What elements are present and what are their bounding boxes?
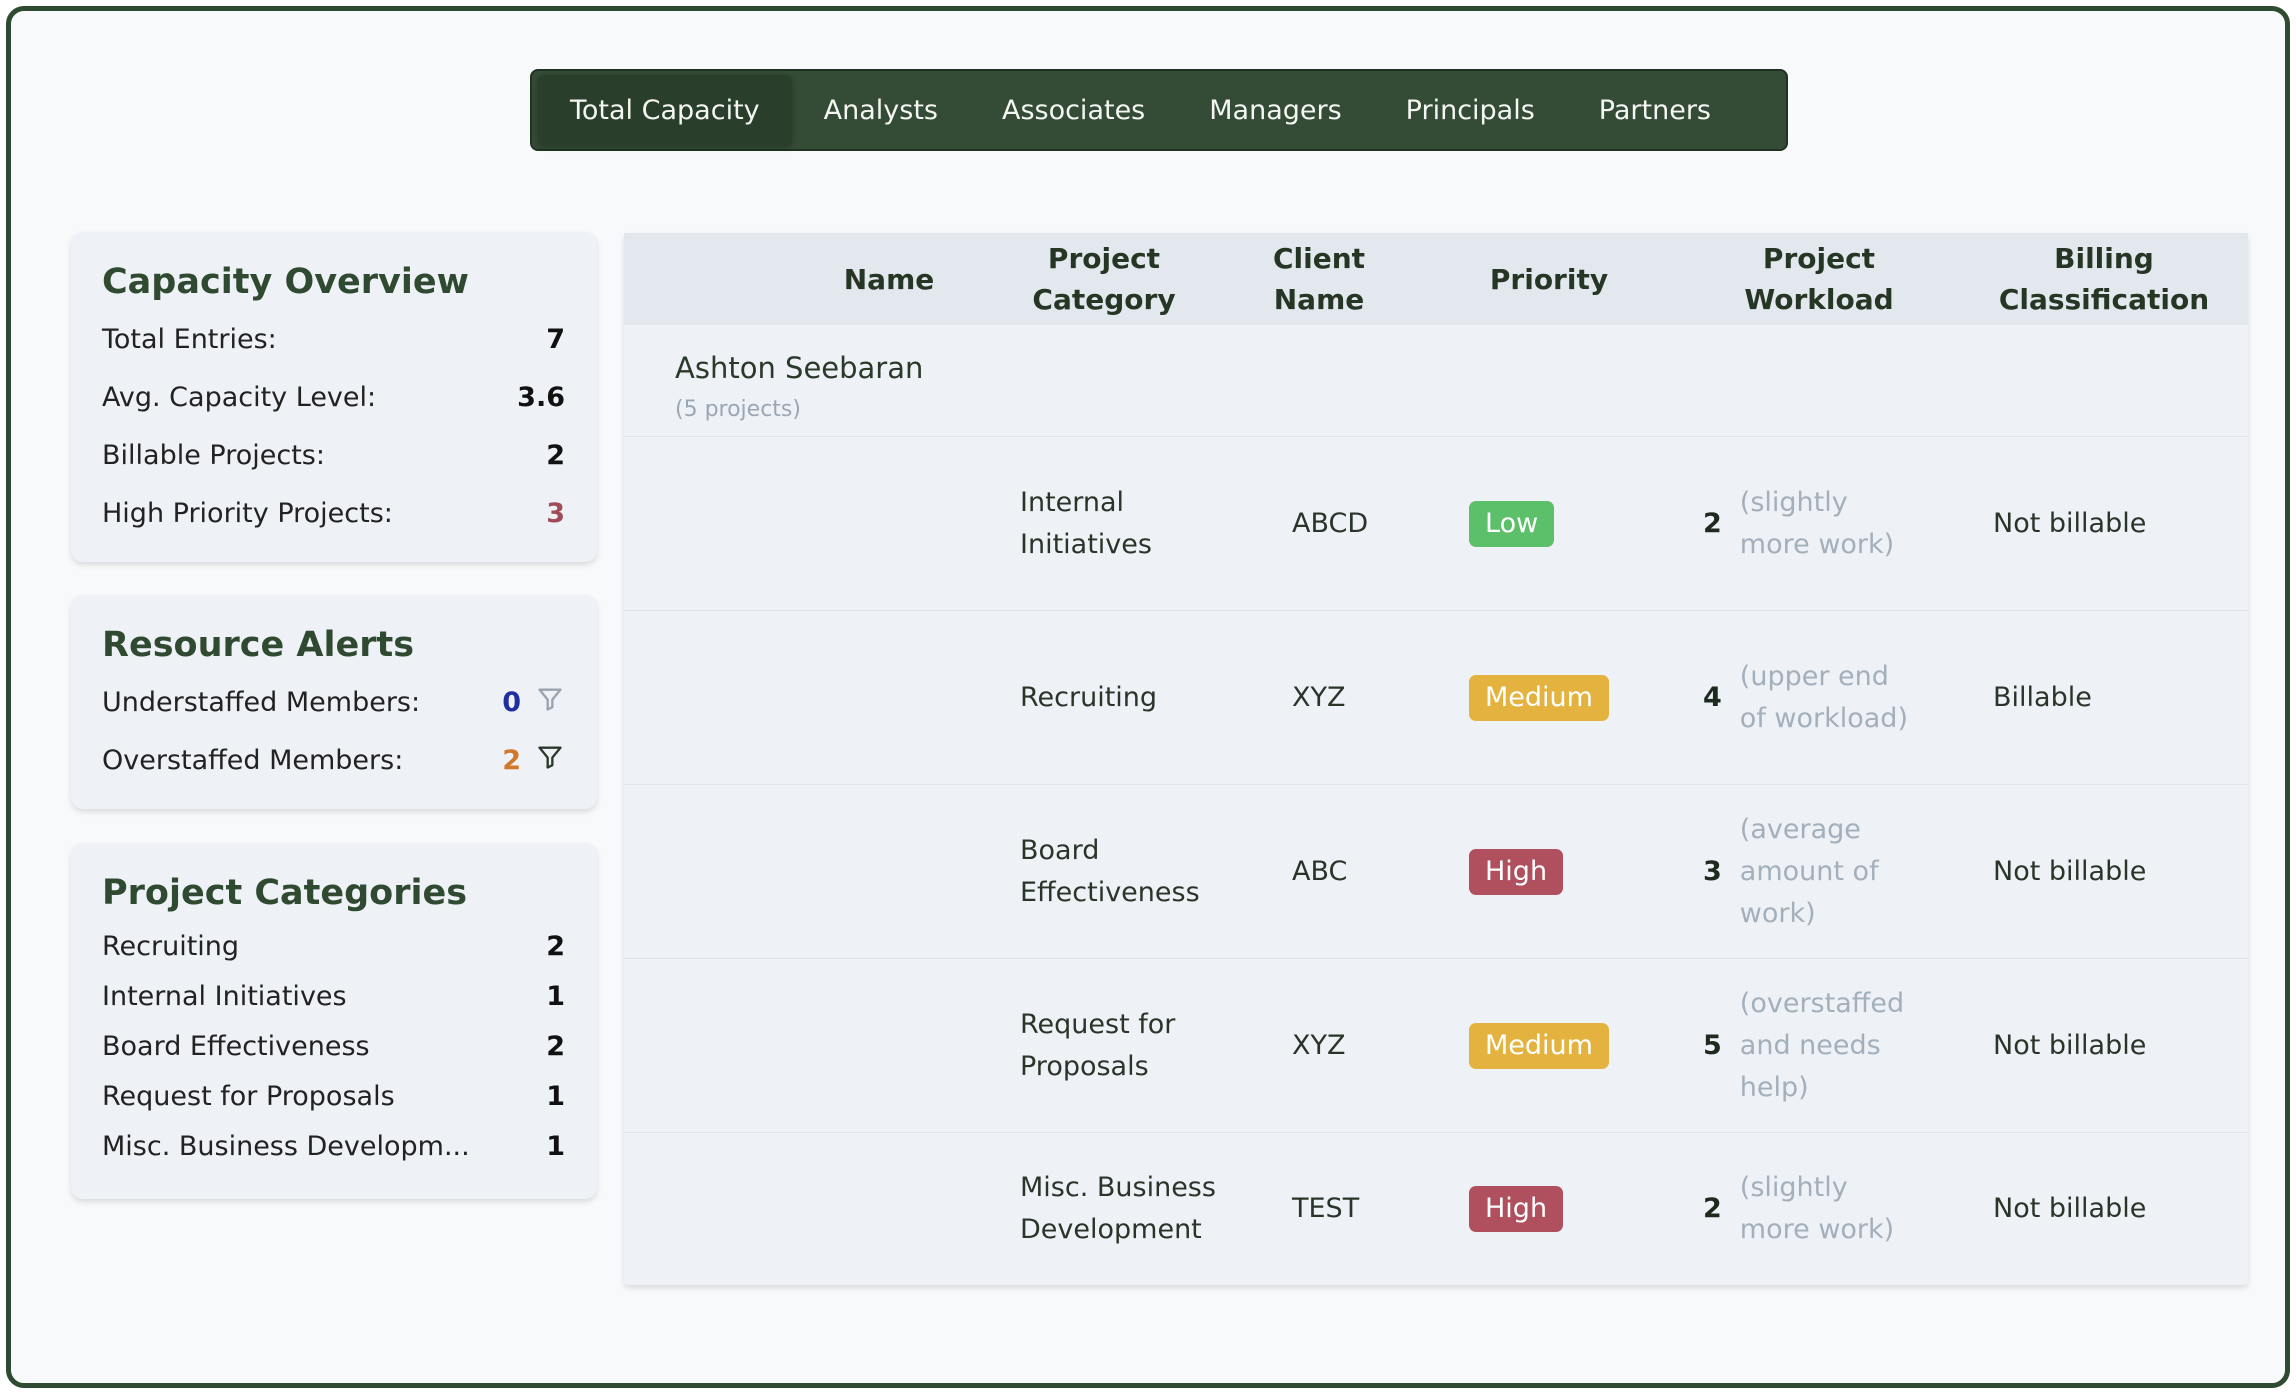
stat-value: 7: [546, 323, 565, 355]
priority-badge: Medium: [1469, 1022, 1609, 1069]
table-row[interactable]: Internal Initiatives ABCD Low 2 (slightl…: [624, 437, 2248, 611]
category-label: Recruiting: [102, 930, 240, 962]
tab-associates[interactable]: Associates: [970, 75, 1177, 145]
role-tabs: Total Capacity Analysts Associates Manag…: [530, 69, 1788, 151]
group-count: (5 projects): [675, 397, 801, 422]
header-project-category[interactable]: Project Category: [1014, 233, 1194, 325]
category-count: 2: [546, 930, 565, 962]
category-label: Misc. Business Developm...: [102, 1130, 470, 1162]
priority-badge: High: [1469, 848, 1564, 895]
table-row[interactable]: Request for Proposals XYZ Medium 5 (over…: [624, 959, 2248, 1133]
category-label: Board Effectiveness: [102, 1030, 370, 1062]
billing-cell: Not billable: [1993, 855, 2147, 887]
resource-alerts-title: Resource Alerts: [102, 625, 415, 665]
alert-value: 0: [502, 686, 521, 718]
billing-cell: Not billable: [1993, 1193, 2147, 1224]
client-cell: ABC: [1292, 855, 1348, 887]
table-row[interactable]: Recruiting XYZ Medium 4 (upper end of wo…: [624, 611, 2248, 785]
category-count: 1: [546, 1130, 565, 1162]
stat-label: High Priority Projects:: [102, 497, 393, 529]
category-label: Internal Initiatives: [102, 980, 347, 1012]
billing-cell: Not billable: [1993, 1029, 2147, 1061]
workload-value: 3: [1703, 855, 1722, 887]
priority-badge: Medium: [1469, 674, 1609, 721]
high-priority-row: High Priority Projects: 3: [102, 484, 565, 542]
workload-description: (overstaffed and needs help): [1739, 987, 1905, 1103]
workload-value: 5: [1703, 1029, 1722, 1061]
workload-description: (upper end of workload): [1739, 660, 1908, 734]
header-priority[interactable]: Priority: [1464, 233, 1634, 325]
category-count: 1: [546, 1080, 565, 1112]
category-label: Request for Proposals: [102, 1080, 395, 1112]
client-cell: ABCD: [1292, 507, 1369, 539]
header-client-name[interactable]: Client Name: [1264, 233, 1374, 325]
tab-analysts[interactable]: Analysts: [792, 75, 970, 145]
project-categories-card: Project Categories Recruiting 2 Internal…: [71, 843, 597, 1199]
header-name[interactable]: Name: [754, 233, 1024, 325]
resource-alerts-card: Resource Alerts Understaffed Members: 0 …: [71, 595, 597, 809]
billable-projects-row: Billable Projects: 2: [102, 426, 565, 484]
table-header: Name Project Category Client Name Priori…: [624, 233, 2248, 325]
category-cell: Recruiting: [1020, 681, 1158, 713]
workload-description: (slightly more work): [1739, 486, 1895, 560]
billing-cell: Not billable: [1993, 507, 2147, 539]
group-row[interactable]: Ashton Seebaran (5 projects): [624, 325, 2248, 437]
category-row: Recruiting 2: [102, 921, 565, 971]
total-entries-row: Total Entries: 7: [102, 310, 565, 368]
table-row[interactable]: Board Effectiveness ABC High 3 (average …: [624, 785, 2248, 959]
client-cell: TEST: [1292, 1193, 1360, 1224]
category-row: Board Effectiveness 2: [102, 1021, 565, 1071]
priority-badge: High: [1469, 1186, 1564, 1232]
overstaffed-row: Overstaffed Members: 2: [102, 731, 565, 789]
stat-value: 2: [546, 439, 565, 471]
capacity-overview-title: Capacity Overview: [102, 262, 469, 302]
avg-capacity-row: Avg. Capacity Level: 3.6: [102, 368, 565, 426]
filter-icon[interactable]: [535, 743, 565, 778]
category-row: Internal Initiatives 1: [102, 971, 565, 1021]
category-count: 2: [546, 1030, 565, 1062]
alert-label: Overstaffed Members:: [102, 744, 404, 776]
stat-value: 3: [546, 497, 565, 529]
billing-cell: Billable: [1993, 681, 2092, 713]
stat-label: Billable Projects:: [102, 439, 325, 471]
stat-label: Total Entries:: [102, 323, 277, 355]
category-cell: Request for Proposals: [1020, 1008, 1176, 1082]
category-row: Misc. Business Developm... 1: [102, 1121, 565, 1171]
filter-icon[interactable]: [535, 685, 565, 720]
priority-badge: Low: [1469, 500, 1555, 547]
capacity-overview-card: Capacity Overview Total Entries: 7 Avg. …: [71, 232, 597, 562]
tab-total-capacity[interactable]: Total Capacity: [538, 75, 792, 145]
client-cell: XYZ: [1292, 1029, 1346, 1061]
app-frame: Total Capacity Analysts Associates Manag…: [6, 6, 2290, 1388]
stat-value: 3.6: [517, 381, 565, 413]
alert-value: 2: [502, 744, 521, 776]
table-row[interactable]: Misc. Business Development TEST High 2 (…: [624, 1133, 2248, 1285]
category-row: Request for Proposals 1: [102, 1071, 565, 1121]
category-cell: Misc. Business Development: [1020, 1172, 1216, 1245]
client-cell: XYZ: [1292, 681, 1346, 713]
category-cell: Internal Initiatives: [1020, 486, 1152, 560]
header-billing-classification[interactable]: Billing Classification: [1984, 233, 2224, 325]
header-project-workload[interactable]: Project Workload: [1734, 233, 1904, 325]
group-name: Ashton Seebaran: [675, 351, 924, 385]
capacity-table: Name Project Category Client Name Priori…: [624, 233, 2248, 1285]
workload-description: (slightly more work): [1739, 1172, 1895, 1245]
tab-principals[interactable]: Principals: [1374, 75, 1567, 145]
stat-label: Avg. Capacity Level:: [102, 381, 377, 413]
workload-value: 2: [1703, 1193, 1722, 1224]
category-count: 1: [546, 980, 565, 1012]
workload-description: (average amount of work): [1739, 813, 1879, 929]
tab-managers[interactable]: Managers: [1177, 75, 1373, 145]
tab-partners[interactable]: Partners: [1567, 75, 1743, 145]
project-categories-title: Project Categories: [102, 873, 468, 913]
understaffed-row: Understaffed Members: 0: [102, 673, 565, 731]
workload-value: 2: [1703, 507, 1722, 539]
alert-label: Understaffed Members:: [102, 686, 421, 718]
workload-value: 4: [1703, 681, 1722, 713]
category-cell: Board Effectiveness: [1020, 834, 1200, 908]
